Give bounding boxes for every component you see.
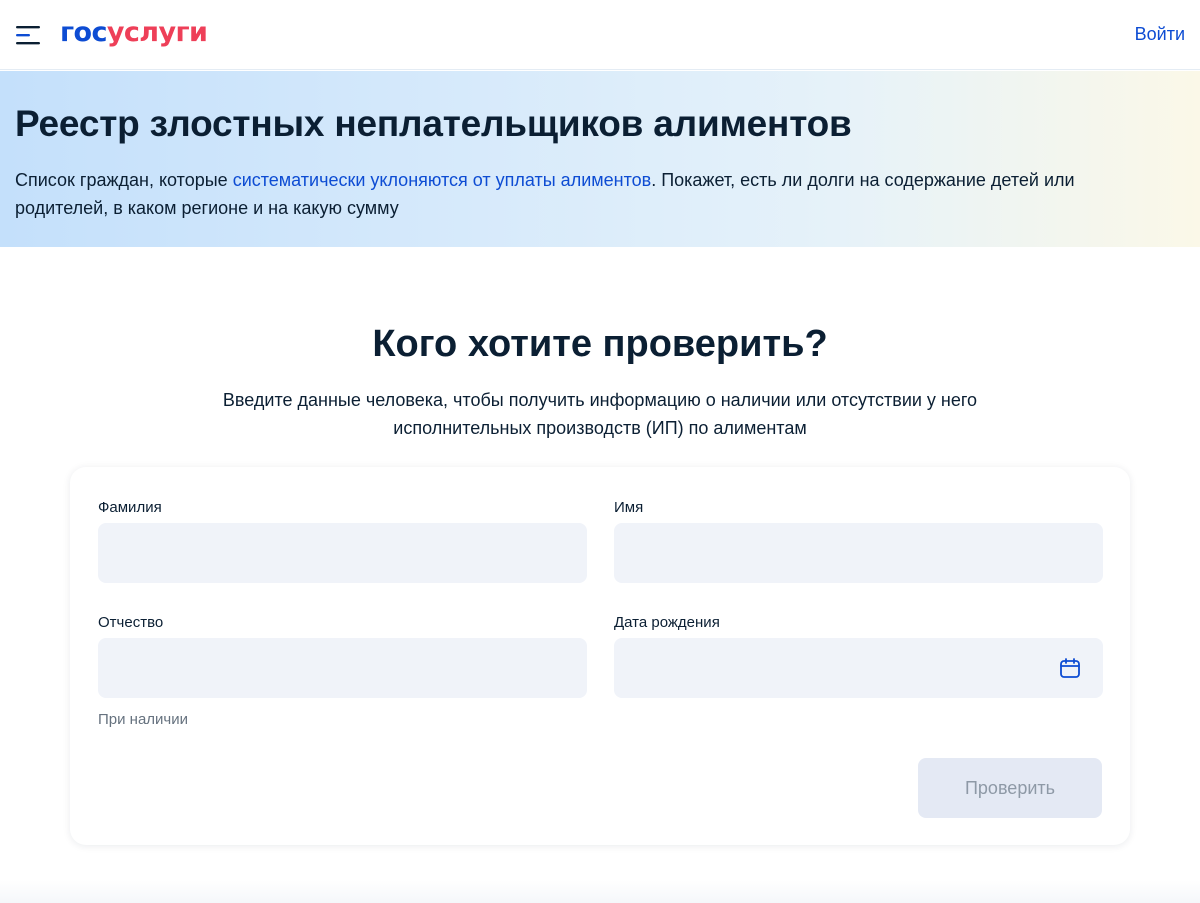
login-link[interactable]: Войти (1135, 22, 1185, 46)
patronymic-label: Отчество (98, 614, 164, 631)
surname-label: Фамилия (98, 499, 162, 516)
check-button[interactable]: Проверить (918, 758, 1102, 818)
page-bottom-edge (0, 880, 1200, 903)
name-input[interactable] (614, 523, 1103, 583)
search-form-card: Фамилия Имя Отчество При наличии Дата ро… (70, 467, 1130, 845)
section-title: Кого хотите проверить? (372, 323, 828, 365)
hero-banner: Реестр злостных неплательщиков алиментов… (0, 71, 1200, 247)
page-title: Реестр злостных неплательщиков алиментов (15, 103, 852, 144)
hero-description: Список граждан, которые систематически у… (15, 166, 1125, 222)
evasion-info-link[interactable]: систематически уклоняются от уплаты алим… (233, 170, 652, 190)
surname-input[interactable] (98, 523, 587, 583)
patronymic-input[interactable] (98, 638, 587, 698)
patronymic-hint: При наличии (98, 711, 188, 728)
birthdate-label: Дата рождения (614, 614, 720, 631)
birthdate-input[interactable] (614, 638, 1103, 698)
logo-part-uslugi: услуги (106, 17, 208, 48)
hamburger-menu-icon[interactable] (16, 24, 42, 46)
section-subtitle: Введите данные человека, чтобы получить … (222, 390, 978, 438)
logo-part-gos: гос (60, 17, 107, 48)
calendar-icon[interactable] (1058, 656, 1082, 680)
site-header: госуслуги Войти (0, 0, 1200, 70)
name-label: Имя (614, 499, 644, 516)
gosuslugi-logo[interactable]: госуслуги (60, 16, 208, 50)
hero-desc-text-start: Список граждан, которые (15, 170, 233, 190)
